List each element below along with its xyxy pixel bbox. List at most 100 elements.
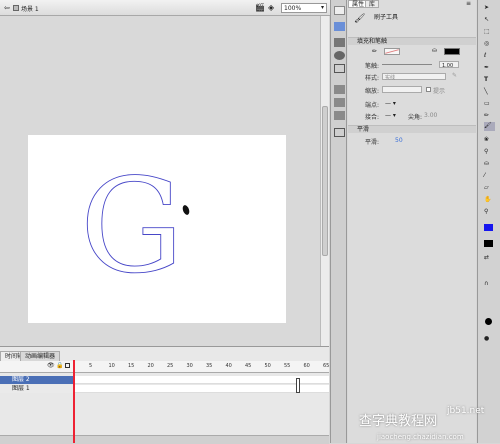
ruler-tick-label: 20 <box>147 363 154 369</box>
3d-rotation-icon[interactable]: ◎ <box>484 40 495 49</box>
color-icon[interactable] <box>334 6 345 15</box>
brush-shape-icon[interactable]: ● <box>484 335 495 344</box>
watermark-url: jiaocheng.chazidian.com <box>377 433 464 441</box>
brush-size-icon[interactable] <box>485 318 492 325</box>
section-fill-stroke[interactable]: 填充和笔触 <box>348 37 476 45</box>
snap-icon[interactable]: ∩ <box>484 280 495 289</box>
stroke-color-tool-swatch[interactable] <box>484 224 493 231</box>
smooth-label: 平滑: <box>365 139 380 146</box>
frames-row-1[interactable] <box>75 385 329 393</box>
lock-icon[interactable]: 🔒 <box>56 362 63 369</box>
line-tool-icon[interactable]: ╲ <box>484 88 495 97</box>
hand-tool-icon[interactable]: ✋ <box>484 196 495 205</box>
brush-tool-active-icon[interactable]: 🖌 <box>484 122 495 131</box>
tab-motion-editor[interactable]: 动画编辑器 <box>20 351 61 361</box>
stroke-slider[interactable] <box>382 64 432 65</box>
join-label: 接合: <box>365 114 380 121</box>
zoom-value: 100% <box>284 5 302 12</box>
rectangle-tool-icon[interactable]: ▭ <box>484 100 495 109</box>
ruler-tick-label: 45 <box>245 363 252 369</box>
stroke-value-field[interactable]: 1.00 <box>439 61 459 69</box>
deco-tool-icon[interactable]: ❀ <box>484 136 495 145</box>
vertical-scrollbar[interactable] <box>320 16 329 346</box>
pen-tool-icon[interactable]: ✒ <box>484 64 495 73</box>
components-icon[interactable] <box>334 98 345 107</box>
ruler-tick-label: 5 <box>89 363 93 369</box>
ruler-tick-label: 35 <box>206 363 213 369</box>
section-smooth[interactable]: 平滑 <box>348 125 476 133</box>
ruler-tick-label: 60 <box>303 363 310 369</box>
history-icon[interactable] <box>334 128 345 137</box>
motion-presets-icon[interactable] <box>334 111 345 120</box>
eye-icon[interactable]: 👁 <box>47 362 55 369</box>
scene-label[interactable]: 场景 1 <box>21 4 39 13</box>
tools-panel: ➤ ↖ ⬚ ◎ ℓ ✒ T ╲ ▭ ✏ 🖌 ❀ ⚲ ⛀ ⁄ ▱ ✋ ⚲ ⇄ ∩ … <box>477 0 500 443</box>
panel-menu-icon[interactable]: ≡ <box>466 0 471 7</box>
ruler-tick-label: 55 <box>284 363 291 369</box>
glyph-outline[interactable]: G <box>28 135 286 323</box>
style-dropdown[interactable]: 实线 <box>382 73 446 81</box>
fill-color-swatch[interactable] <box>444 48 460 55</box>
text-tool-icon[interactable]: T <box>484 76 495 85</box>
playhead[interactable] <box>73 360 75 443</box>
swap-colors-icon[interactable]: ⇄ <box>484 254 495 263</box>
edit-style-icon[interactable]: ✎ <box>452 72 457 79</box>
ruler-tick-label: 40 <box>225 363 232 369</box>
scale-dropdown[interactable] <box>382 86 422 93</box>
stroke-color-swatch[interactable] <box>384 48 400 55</box>
ruler-tick-label: 15 <box>128 363 135 369</box>
layer-name-1: 图层 1 <box>12 385 30 392</box>
edit-symbol-icon[interactable]: ◈ <box>268 3 274 12</box>
layer-row-2[interactable]: 图层 2 <box>0 376 74 384</box>
code-snippets-icon[interactable] <box>334 85 345 94</box>
ruler-tick-label: 25 <box>167 363 174 369</box>
smooth-value[interactable]: 50 <box>395 137 403 144</box>
scroll-thumb[interactable] <box>322 106 328 256</box>
fill-color-tool-swatch[interactable] <box>484 240 493 247</box>
join-dropdown[interactable]: — ▾ <box>385 112 396 119</box>
watermark: 查字典教程网 jb51.net jiaocheng.chazidian.com <box>359 400 500 443</box>
transform-icon[interactable] <box>334 64 345 73</box>
ruler-tick-label: 30 <box>186 363 193 369</box>
hint-checkbox[interactable] <box>426 87 431 92</box>
scene-bar: ⇦ 场景 1 🎬 ◈ 100% ▾ <box>0 0 330 16</box>
paint-bucket-icon[interactable]: ⛀ <box>484 160 495 169</box>
stage[interactable]: G <box>28 135 286 323</box>
panel-icon-strip <box>330 0 347 443</box>
cap-dropdown[interactable]: — ▾ <box>385 100 396 107</box>
keyframe-marker[interactable] <box>296 378 300 393</box>
lasso-icon[interactable]: ℓ <box>484 52 495 61</box>
frame-ruler[interactable]: 5 10 15 20 25 30 35 40 45 50 55 60 65 <box>75 361 329 373</box>
miter-label: 尖角: <box>408 114 423 121</box>
tool-name: 刷子工具 <box>374 14 399 21</box>
eraser-icon[interactable]: ▱ <box>484 184 495 193</box>
style-value: 实线 <box>385 75 396 81</box>
ruler-tick-label: 50 <box>264 363 271 369</box>
stroke-label: 笔触: <box>365 63 380 70</box>
pencil-icon: ✏ <box>372 48 378 55</box>
outline-icon[interactable] <box>65 363 70 368</box>
miter-value[interactable]: 3.00 <box>424 112 437 119</box>
swatches-icon[interactable] <box>334 22 345 31</box>
align-icon[interactable] <box>334 38 345 47</box>
scale-label: 缩放: <box>365 88 380 95</box>
frames-row-2[interactable] <box>75 376 329 384</box>
cap-label: 端点: <box>365 102 380 109</box>
subselection-tool-icon[interactable]: ↖ <box>484 16 495 25</box>
eyedropper-icon[interactable]: ⁄ <box>484 172 495 181</box>
back-arrow-icon[interactable]: ⇦ <box>4 4 10 12</box>
watermark-domain: jb51.net <box>447 406 485 416</box>
layer-row-1[interactable]: 图层 1 <box>0 385 74 393</box>
zoom-dropdown[interactable]: 100% ▾ <box>281 3 327 13</box>
tab-library[interactable]: 库 <box>365 0 380 8</box>
timeline-header: 👁 🔒 5 10 15 20 25 30 35 40 45 50 55 60 65 <box>0 361 329 373</box>
style-label: 样式: <box>365 75 380 82</box>
zoom-tool-icon[interactable]: ⚲ <box>484 208 495 217</box>
pencil-tool-icon[interactable]: ✏ <box>484 112 495 121</box>
bone-tool-icon[interactable]: ⚲ <box>484 148 495 157</box>
info-icon[interactable] <box>334 51 345 60</box>
chevron-down-icon: ▾ <box>320 4 324 11</box>
selection-tool-icon[interactable]: ➤ <box>484 4 495 13</box>
free-transform-icon[interactable]: ⬚ <box>484 28 495 37</box>
edit-scene-icon[interactable]: 🎬 <box>255 3 265 12</box>
